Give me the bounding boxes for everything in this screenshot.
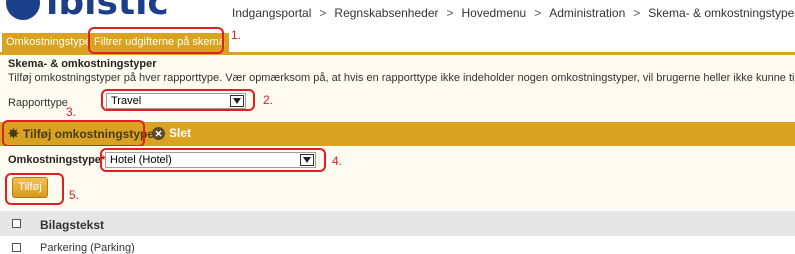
breadcrumb-separator: > — [446, 6, 454, 20]
logo-text: ibistic — [46, 0, 169, 23]
annotation-label-4: 4. — [332, 154, 343, 168]
select-all-checkbox[interactable] — [12, 219, 21, 228]
table-header — [0, 211, 795, 236]
delete-button[interactable]: Slet — [152, 126, 191, 140]
close-circle-icon — [152, 126, 165, 140]
row-checkbox[interactable] — [12, 243, 21, 252]
annotation-box-5 — [5, 173, 64, 205]
breadcrumb-separator: > — [534, 6, 542, 20]
logo-mark — [6, 0, 40, 20]
breadcrumb-separator: > — [633, 6, 641, 20]
column-header-bilagstekst: Bilagstekst — [40, 218, 105, 232]
breadcrumb: Indgangsportal > Regnskabsenheder > Hovedmen… — [232, 6, 795, 20]
breadcrumb-item-current: Skema- & omkostningstyper — [648, 6, 795, 20]
breadcrumb-item-hovedmenu[interactable]: Hovedmenu — [462, 6, 527, 20]
annotation-label-5: 5. — [69, 188, 80, 202]
breadcrumb-separator: > — [319, 6, 327, 20]
section-title: Skema- & omkostningstyper — [8, 58, 157, 70]
cost-type-label: Omkostningstype* — [8, 154, 105, 166]
section-description: Tilføj omkostningstyper på hver rapportt… — [8, 72, 795, 84]
tab-omkostningstyper[interactable]: Omkostningstyper — [2, 33, 99, 52]
annotation-box-4 — [100, 148, 326, 172]
breadcrumb-item-indgangsportal[interactable]: Indgangsportal — [232, 6, 311, 20]
annotation-box-2 — [101, 89, 255, 111]
annotation-label-2: 2. — [263, 93, 274, 107]
cost-type-label-text: Omkostningstype — [8, 154, 101, 166]
delete-label: Slet — [169, 126, 192, 140]
annotation-box-3 — [2, 120, 145, 147]
breadcrumb-item-administration[interactable]: Administration — [549, 6, 625, 20]
breadcrumb-item-regnskabsenheder[interactable]: Regnskabsenheder — [334, 6, 438, 20]
table-row: Parkering (Parking) — [40, 242, 135, 254]
report-type-label: Rapporttype — [8, 97, 68, 109]
ibistic-logo[interactable]: ibistic — [6, 0, 169, 23]
annotation-label-1: 1. — [231, 28, 242, 42]
annotation-box-1 — [88, 27, 224, 54]
annotation-label-3: 3. — [66, 105, 77, 119]
